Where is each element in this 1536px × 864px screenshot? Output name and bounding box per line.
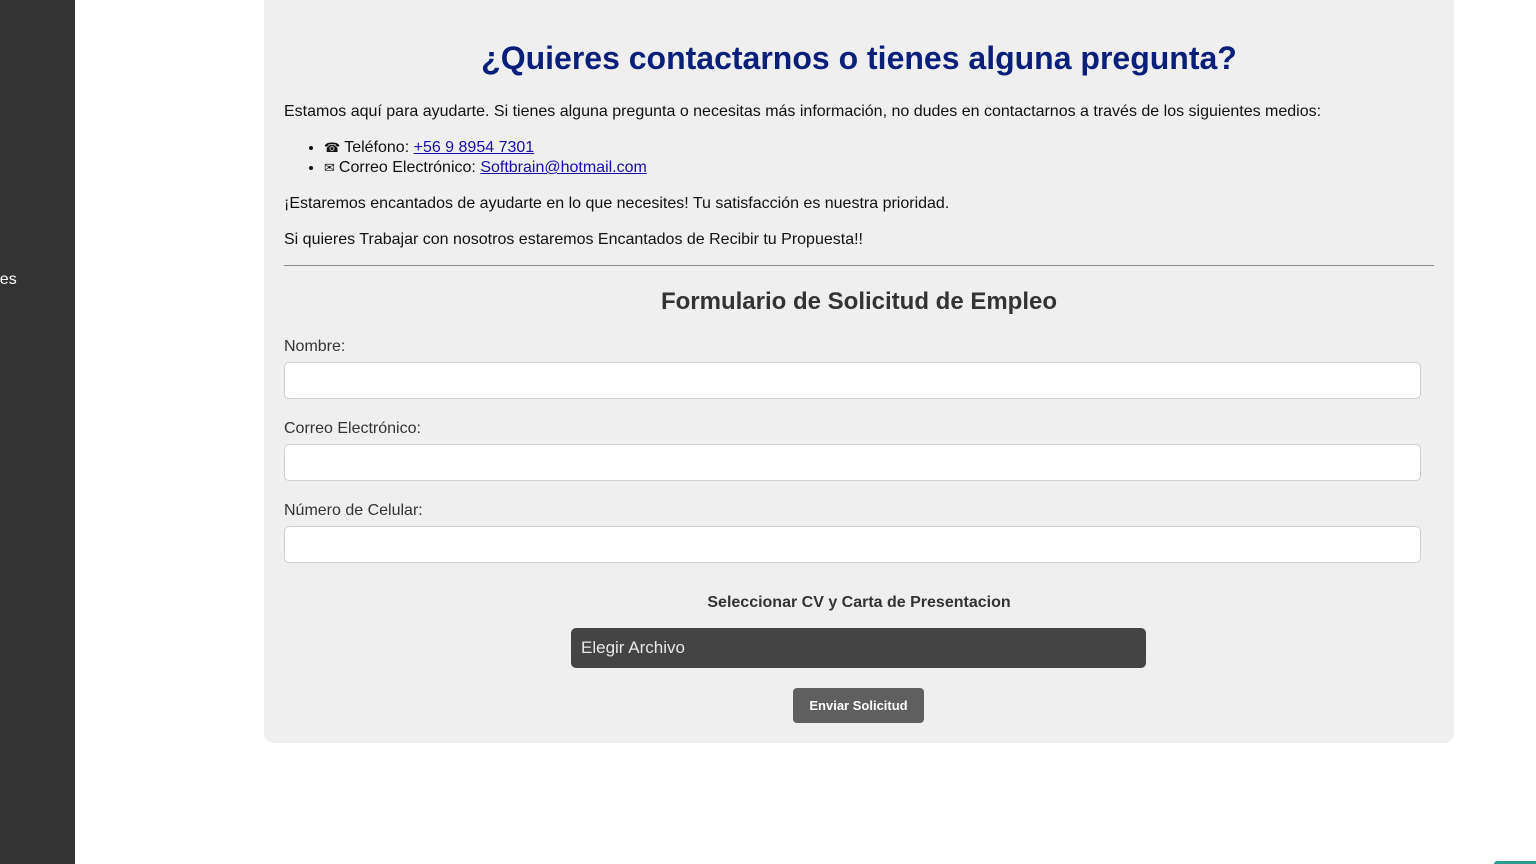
- intro-text: Estamos aquí para ayudarte. Si tienes al…: [284, 103, 1322, 120]
- phone-field[interactable]: [284, 526, 1421, 563]
- email-field-label: Correo Electrónico:: [284, 420, 421, 437]
- phone-label: Teléfono:: [344, 139, 410, 156]
- phone-link[interactable]: +56 9 8954 7301: [414, 139, 535, 156]
- contact-card: ¿Quieres contactarnos o tienes alguna pr…: [264, 0, 1454, 743]
- list-item-email: ✉Correo Electrónico: Softbrain@hotmail.c…: [324, 158, 647, 178]
- submit-button[interactable]: Enviar Solicitud: [793, 688, 924, 723]
- mailbox-icon: ✉: [324, 160, 335, 175]
- closing-text: ¡Estaremos encantados de ayudarte en lo …: [284, 195, 950, 212]
- page-title: ¿Quieres contactarnos o tienes alguna pr…: [481, 40, 1237, 76]
- form-title: Formulario de Solicitud de Empleo: [660, 288, 1058, 315]
- phone-field-label: Número de Celular:: [284, 502, 423, 519]
- name-input[interactable]: [284, 362, 1421, 399]
- sidebar-item-label[interactable]: ones: [0, 271, 17, 289]
- sidebar: ones: [0, 0, 75, 864]
- list-item-phone: ☎Teléfono: +56 9 8954 7301: [324, 138, 647, 158]
- phone-icon: ☎: [324, 140, 341, 155]
- email-field[interactable]: [284, 444, 1421, 481]
- choose-file-button[interactable]: Elegir Archivo: [571, 628, 1146, 668]
- contact-list: ☎Teléfono: +56 9 8954 7301 ✉Correo Elect…: [284, 138, 647, 178]
- work-text: Si quieres Trabajar con nosotros estarem…: [284, 231, 863, 248]
- name-label: Nombre:: [284, 338, 346, 355]
- file-label: Seleccionar CV y Carta de Presentacion: [707, 594, 1011, 611]
- email-link[interactable]: Softbrain@hotmail.com: [480, 159, 647, 176]
- email-label: Correo Electrónico:: [338, 159, 476, 176]
- divider: [284, 265, 1434, 266]
